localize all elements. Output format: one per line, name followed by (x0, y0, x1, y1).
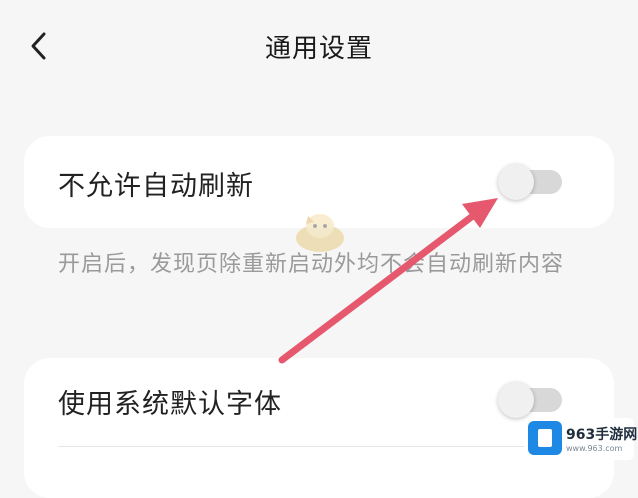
watermark-badge: 963手游网 www.963.com (524, 418, 638, 460)
brand-logo-icon (528, 421, 562, 455)
divider (58, 446, 584, 447)
auto-refresh-toggle[interactable] (498, 164, 562, 200)
toggle-knob (498, 164, 534, 200)
header-bar: 通用设置 (0, 0, 638, 96)
setting-label-auto-refresh: 不允许自动刷新 (58, 171, 254, 202)
watermark-brand: 963手游网 (566, 427, 638, 443)
page-title: 通用设置 (264, 34, 373, 64)
toggle-knob (498, 382, 534, 418)
setting-label-system-font: 使用系统默认字体 (58, 389, 282, 420)
system-font-toggle[interactable] (498, 382, 562, 418)
watermark-mascot-icon (296, 214, 344, 252)
watermark-url: www.963.com (566, 444, 623, 453)
